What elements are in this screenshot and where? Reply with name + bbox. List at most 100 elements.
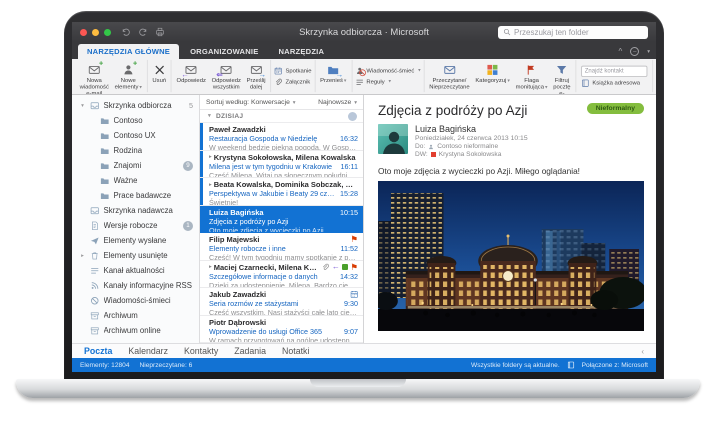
dropdown-caret-icon: ▾ bbox=[507, 77, 510, 84]
zoom-window-button[interactable] bbox=[104, 28, 111, 36]
unread-badge: 9 bbox=[183, 160, 193, 171]
message-row[interactable]: ▸ Krystyna Sokołowska, Milena Kowalska Mil… bbox=[200, 150, 363, 178]
collapse-ribbon-icon[interactable]: ^ bbox=[618, 47, 622, 56]
message-time: 16:32 bbox=[340, 134, 358, 143]
module-nav-zadania[interactable]: Zadania bbox=[234, 346, 266, 356]
message-time: 15:28 bbox=[340, 189, 358, 198]
ribbon-button-reguły[interactable]: Reguły ▾ bbox=[355, 77, 421, 86]
sidebar-item-rodzina[interactable]: Rodzina bbox=[72, 143, 199, 158]
to-line: Do: Contoso nieformalne bbox=[415, 143, 499, 150]
sidebar-item-kanały-informacyjne-rss[interactable]: Kanały informacyjne RSS bbox=[72, 278, 199, 293]
meeting-icon bbox=[274, 66, 283, 75]
ribbon-button-przenieś[interactable]: → Przenieś▾ bbox=[318, 62, 348, 90]
module-nav-kalendarz[interactable]: Kalendarz bbox=[128, 346, 168, 356]
sidebar-item-skrzynka-odbiorcza[interactable]: ▾ Skrzynka odbiorcza 5 bbox=[72, 98, 199, 113]
ribbon-button-wiadomość-śmieć[interactable]: Wiadomość-śmieć ▾ bbox=[355, 66, 421, 75]
module-nav-poczta[interactable]: Poczta bbox=[84, 346, 112, 356]
flag-icon bbox=[525, 64, 537, 76]
message-row[interactable]: Filip Majewski ⚑ Elementy robocze i inne 11… bbox=[200, 233, 363, 261]
message-row[interactable]: Piotr Dąbrowski Wprowadzenie do usługi Of… bbox=[200, 316, 363, 343]
address-book-button[interactable]: Książka adresowa bbox=[581, 78, 647, 87]
message-row[interactable]: Paweł Zawadzki Restauracja Gospoda w Nied… bbox=[200, 123, 363, 151]
sidebar-item-wiadomości-śmieci[interactable]: Wiadomości-śmieci bbox=[72, 293, 199, 308]
module-nav-notatki[interactable]: Notatki bbox=[282, 346, 309, 356]
message-row[interactable]: ▸Maciej Czarnecki, Milena Kowalska ← ⚑ Szcz… bbox=[200, 261, 363, 288]
sidebar-item-kanał-aktualności[interactable]: Kanał aktualności bbox=[72, 263, 199, 278]
sort-order-dropdown[interactable]: Najnowsze ▾ bbox=[318, 99, 357, 106]
message-subject: Restauracja Gospoda w Niedzielę bbox=[209, 134, 318, 143]
message-preview: Cześć wszystkim. Nasi stażyści całe lato… bbox=[209, 308, 358, 316]
flag-icon: ⚑ bbox=[350, 261, 358, 272]
forward-icon: → bbox=[250, 64, 266, 78]
sort-by-dropdown[interactable]: Sortuj według: Konwersacje ▾ bbox=[206, 99, 296, 106]
tab-narzędzia[interactable]: NARZĘDZIA bbox=[270, 44, 334, 59]
ribbon: + Nowa wiadomość e-mail + Nowe elementy▾ Usu… bbox=[72, 59, 656, 95]
email-photo-attachment[interactable] bbox=[378, 181, 644, 331]
message-preview: W ramach przygotowań na ogólne udostępni… bbox=[209, 335, 358, 343]
sidebar-item-wersje-robocze[interactable]: Wersje robocze 1 bbox=[72, 218, 199, 233]
folder-search-box[interactable] bbox=[498, 25, 648, 39]
module-nav-bar: Poczta Kalendarz Kontakty Zadania Notatki ‹ bbox=[72, 343, 656, 358]
ribbon-button-załącznik[interactable]: Załącznik bbox=[274, 77, 311, 86]
ribbon-button-filtruj-pocztę-e-mail[interactable]: Filtruj pocztę e-mail▾ bbox=[551, 62, 572, 94]
find-contact-input[interactable] bbox=[580, 65, 648, 77]
sidebar-item-contoso-ux[interactable]: Contoso UX bbox=[72, 128, 199, 143]
filter-icon bbox=[556, 64, 568, 76]
message-time: 10:15 bbox=[339, 207, 358, 217]
message-preview: Cześć Milena. Witaj na słonecznym połudn… bbox=[209, 170, 358, 178]
message-subject: Milena jest w tym tygodniu w Krakowie bbox=[209, 161, 333, 171]
reply-arrow-icon: ← bbox=[331, 262, 340, 271]
message-sender: Beata Kowalska, Dominika Sobczak, Błażej… bbox=[213, 180, 356, 189]
sidebar-item-archiwum[interactable]: Archiwum bbox=[72, 308, 199, 323]
ribbon-button-odpowiedz-wszystkim[interactable]: ⇐ Odpowiedz wszystkim bbox=[210, 62, 243, 90]
ribbon-button-przeczytane-nieprzeczytane[interactable]: Przeczytane/ Nieprzeczytane bbox=[427, 62, 471, 90]
redo-icon[interactable] bbox=[138, 27, 148, 37]
dropdown-caret-icon: ▾ bbox=[139, 84, 142, 91]
print-icon[interactable] bbox=[155, 27, 165, 37]
sidebar-item-prace-badawcze[interactable]: Prace badawcze bbox=[72, 188, 199, 203]
close-window-button[interactable] bbox=[80, 28, 87, 36]
message-preview: Dzięki za udostępnienie, Milena. Bardzo … bbox=[209, 280, 358, 288]
ribbon-button-nowe-elementy[interactable]: + Nowe elementy▾ bbox=[113, 59, 144, 91]
message-subject: Seria rozmów ze stażystami bbox=[209, 299, 299, 308]
ribbon-button-usuń[interactable]: Usuń bbox=[151, 62, 168, 90]
window-title: Skrzynka odbiorcza · Microsoft bbox=[299, 26, 429, 38]
items-count: Elementy: 12804 bbox=[80, 361, 130, 369]
ribbon-button-spotkanie[interactable]: Spotkanie bbox=[274, 66, 312, 75]
ribbon-button-prześlij-dalej[interactable]: → Prześlij dalej bbox=[245, 62, 268, 90]
title-bar: Skrzynka odbiorcza · Microsoft bbox=[72, 22, 656, 42]
section-toggle-icon[interactable] bbox=[348, 111, 357, 121]
undo-icon[interactable] bbox=[121, 27, 131, 37]
tab-organizowanie[interactable]: ORGANIZOWANIE bbox=[181, 44, 267, 59]
ribbon-button-kategoryzuj[interactable]: Kategoryzuj▾ bbox=[473, 62, 511, 90]
section-disclosure-icon: ▾ bbox=[207, 113, 212, 119]
sidebar-item-ważne[interactable]: Ważne bbox=[72, 173, 199, 188]
ribbon-button-odpowiedz[interactable]: ← Odpowiedz bbox=[175, 62, 208, 90]
ribbon-group: ← Odpowiedz ⇐ Odpowiedz wszystkim → Prześlij … bbox=[172, 59, 272, 93]
ribbon-button-flaga-monitująca[interactable]: Flaga monitująca▾ bbox=[514, 62, 550, 90]
sender-name: Luiza Bagińska bbox=[415, 124, 477, 134]
ribbon-button-nowa-wiadomość-e-mail[interactable]: + Nowa wiadomość e-mail bbox=[78, 59, 111, 94]
list-section-header[interactable]: ▾ DZISIAJ bbox=[200, 110, 363, 123]
message-row[interactable]: ▸Beata Kowalska, Dominika Sobczak, Błaże… bbox=[200, 178, 363, 206]
message-row[interactable]: Luiza Bagińska 10:15 Zdjęcia z podróży po … bbox=[200, 205, 363, 233]
message-row[interactable]: Jakub Zawadzki Seria rozmów ze stażystami… bbox=[200, 288, 363, 316]
expander-icon: ▸ bbox=[209, 181, 212, 188]
sidebar-item-skrzynka-nadawcza[interactable]: Skrzynka nadawcza bbox=[72, 203, 199, 218]
folder-search-input[interactable] bbox=[514, 27, 643, 37]
folders-status: Wszystkie foldery są aktualne. bbox=[470, 361, 560, 369]
sidebar-item-znajomi[interactable]: Znajomi 9 bbox=[72, 158, 199, 173]
sidebar-item-contoso[interactable]: Contoso bbox=[72, 113, 199, 128]
sidebar-item-archiwum-online[interactable]: Archiwum online bbox=[72, 323, 199, 338]
sidebar-item-elementy-usunięte[interactable]: ▸ Elementy usunięte bbox=[72, 248, 199, 263]
ribbon-tab-bar: NARZĘDZIA GŁÓWNE ORGANIZOWANIE NARZĘDZIA ^… bbox=[72, 42, 656, 59]
ribbon-menu-icon[interactable]: – bbox=[630, 47, 640, 56]
sidebar-item-elementy-wysłane[interactable]: Elementy wysłane bbox=[72, 233, 199, 248]
nav-chevron-icon[interactable]: ‹ bbox=[641, 347, 644, 356]
module-nav-kontakty[interactable]: Kontakty bbox=[184, 346, 218, 356]
tab-narzędzia-główne[interactable]: NARZĘDZIA GŁÓWNE bbox=[78, 44, 180, 59]
sender-avatar bbox=[378, 124, 408, 154]
minimize-window-button[interactable] bbox=[92, 28, 99, 36]
new-items-icon: + bbox=[122, 59, 137, 76]
message-sender: Luiza Bagińska bbox=[209, 207, 264, 217]
